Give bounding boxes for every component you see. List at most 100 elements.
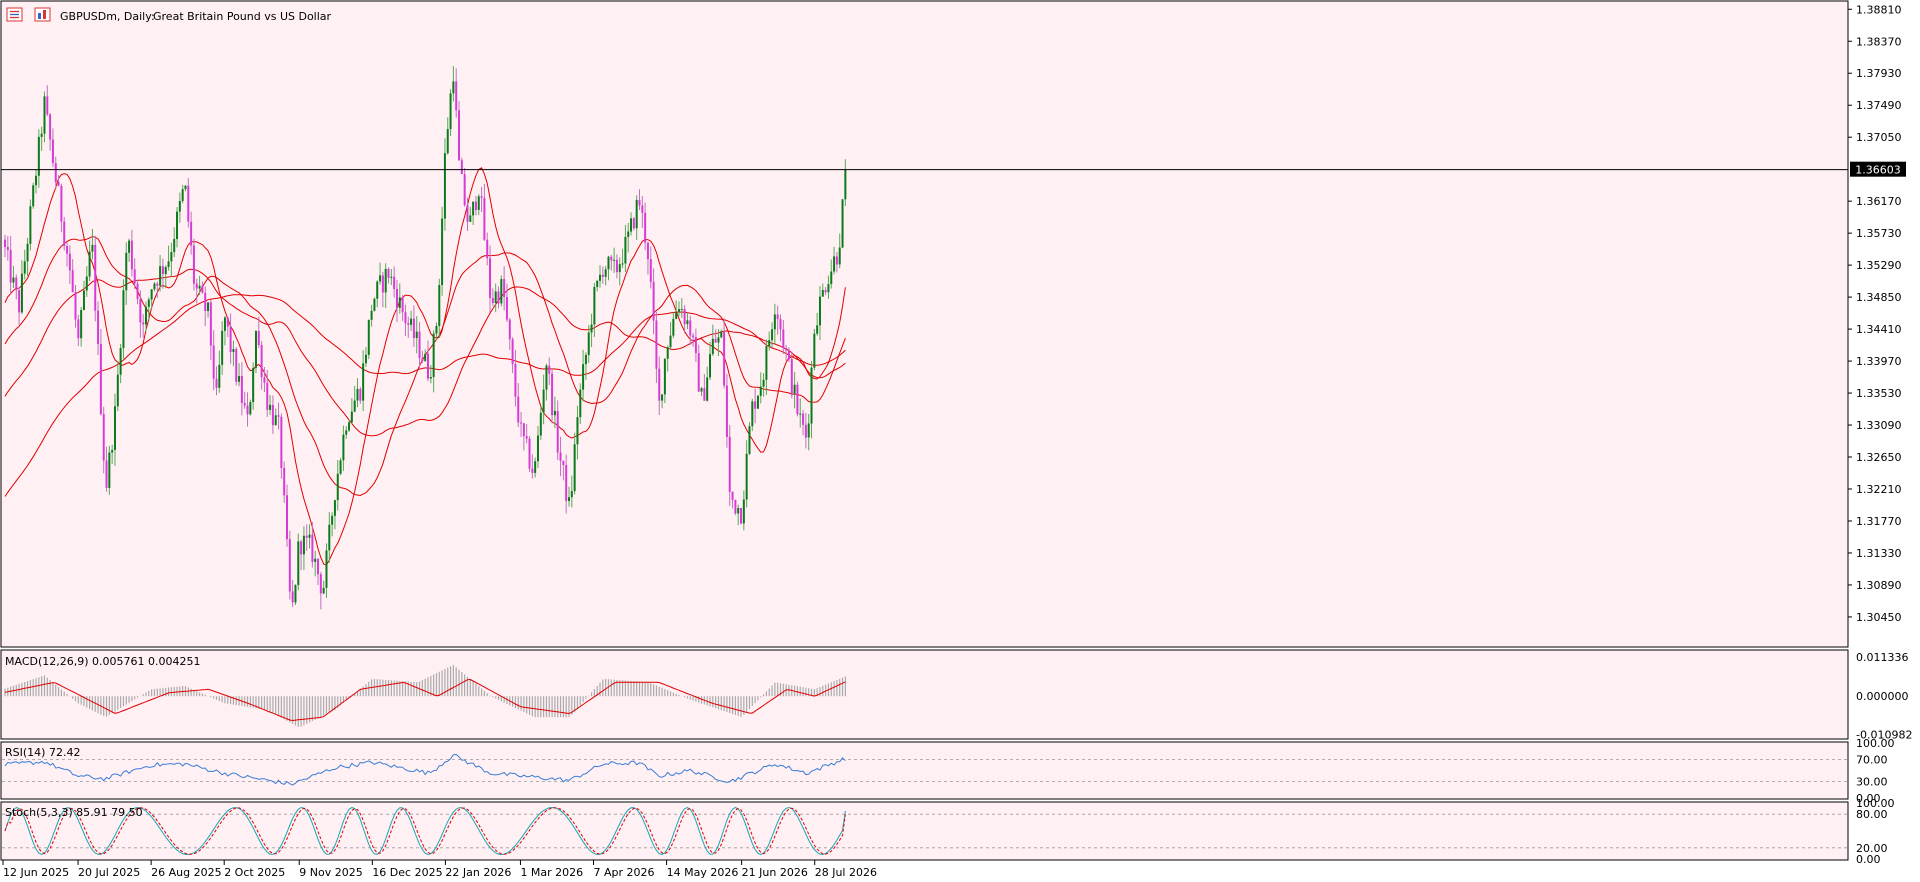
candle-body bbox=[666, 347, 669, 359]
price-tick-label: 1.38810 bbox=[1856, 3, 1902, 16]
candle bbox=[29, 199, 32, 251]
candle-body bbox=[161, 266, 164, 275]
candle-body bbox=[350, 411, 353, 423]
candle-body bbox=[551, 373, 554, 416]
candle-body bbox=[12, 277, 15, 283]
candle-body bbox=[816, 325, 819, 334]
candle-body bbox=[610, 256, 613, 261]
candle-body bbox=[604, 269, 607, 277]
candle-body bbox=[438, 285, 441, 327]
candle-body bbox=[556, 411, 559, 453]
candle-body bbox=[204, 292, 207, 312]
candle-body bbox=[759, 386, 762, 396]
candle-body bbox=[731, 491, 734, 500]
candle-body bbox=[480, 196, 483, 198]
stoch-panel[interactable] bbox=[0, 801, 1849, 861]
candle-body bbox=[305, 535, 308, 538]
candle-body bbox=[159, 266, 162, 286]
candle-body bbox=[384, 268, 387, 293]
candle-body bbox=[51, 139, 54, 164]
candle-body bbox=[119, 348, 122, 375]
candle-body bbox=[706, 377, 709, 401]
candle-body bbox=[353, 400, 356, 412]
candle-body bbox=[63, 221, 66, 247]
main-price-panel[interactable] bbox=[0, 0, 1849, 648]
candle-body bbox=[785, 347, 788, 351]
candle-body bbox=[590, 324, 593, 333]
candle-body bbox=[830, 271, 833, 285]
candle-body bbox=[782, 329, 785, 348]
candle-body bbox=[252, 367, 255, 403]
candle bbox=[500, 275, 503, 307]
candle-body bbox=[536, 435, 539, 462]
candle-body bbox=[677, 309, 680, 312]
time-tick-label: 28 Jul 2026 bbox=[815, 866, 877, 879]
price-tick-label: 1.37930 bbox=[1856, 67, 1902, 80]
candle bbox=[32, 182, 35, 209]
candle-body bbox=[717, 337, 720, 343]
candle-body bbox=[333, 500, 336, 516]
candle-body bbox=[751, 401, 754, 427]
candle-body bbox=[181, 189, 184, 202]
candle-body bbox=[226, 317, 229, 327]
candle-body bbox=[613, 259, 616, 261]
trading-chart[interactable]: 0.0113360.000000-0.010982 100.0070.0030.… bbox=[0, 0, 1920, 882]
candle-body bbox=[150, 289, 153, 300]
candle bbox=[367, 319, 370, 360]
candle-body bbox=[728, 436, 731, 492]
candle bbox=[254, 330, 257, 374]
candle-body bbox=[311, 534, 314, 562]
list-icon[interactable] bbox=[6, 7, 23, 22]
candle-body bbox=[709, 354, 711, 378]
price-tick-label: 1.30890 bbox=[1856, 579, 1902, 592]
candle-body bbox=[458, 110, 461, 161]
candle-body bbox=[111, 449, 114, 453]
candle-body bbox=[565, 465, 568, 501]
candle-body bbox=[128, 240, 131, 253]
candle bbox=[94, 235, 97, 322]
candle-body bbox=[835, 256, 838, 265]
candle-body bbox=[291, 591, 294, 603]
candle bbox=[297, 533, 300, 591]
candle-body bbox=[198, 285, 201, 289]
bar-chart-icon[interactable] bbox=[34, 7, 51, 22]
candle-body bbox=[415, 331, 418, 339]
candle-body bbox=[635, 199, 638, 229]
candle-body bbox=[596, 280, 599, 287]
candle-body bbox=[232, 349, 235, 353]
candle bbox=[796, 381, 799, 417]
candle-body bbox=[627, 231, 630, 237]
candle-body bbox=[212, 345, 215, 379]
candle-body bbox=[827, 284, 830, 293]
macd-panel[interactable] bbox=[0, 649, 1849, 740]
candle-body bbox=[336, 473, 339, 501]
candle-body bbox=[503, 279, 506, 298]
candle-body bbox=[505, 297, 508, 320]
candle-body bbox=[254, 331, 257, 368]
candle-body bbox=[54, 163, 57, 182]
candle-body bbox=[170, 252, 173, 262]
candle-body bbox=[345, 430, 348, 435]
candle-body bbox=[813, 333, 816, 368]
candle-body bbox=[773, 314, 776, 330]
candle-body bbox=[460, 160, 463, 175]
candle bbox=[108, 445, 111, 495]
candle bbox=[756, 394, 759, 410]
candle-body bbox=[742, 499, 745, 524]
candle-body bbox=[646, 242, 649, 260]
candle-body bbox=[796, 384, 799, 415]
time-tick-label: 9 Nov 2025 bbox=[299, 866, 362, 879]
candle-body bbox=[663, 358, 666, 395]
candle-body bbox=[703, 388, 706, 401]
candle-body bbox=[599, 274, 602, 281]
price-axis: 1.38810 1.38370 1.37930 1.37490 1.37050 1.361… bbox=[1848, 3, 1902, 624]
candle-body bbox=[77, 319, 80, 339]
candle-body bbox=[432, 333, 435, 377]
candle-body bbox=[494, 291, 497, 303]
time-tick-label: 2 Oct 2025 bbox=[224, 866, 285, 879]
candle-body bbox=[286, 495, 288, 540]
candle-body bbox=[364, 354, 367, 364]
rsi-panel[interactable] bbox=[0, 741, 1849, 800]
price-tick-label: 1.37490 bbox=[1856, 99, 1902, 112]
candle-body bbox=[697, 353, 700, 392]
